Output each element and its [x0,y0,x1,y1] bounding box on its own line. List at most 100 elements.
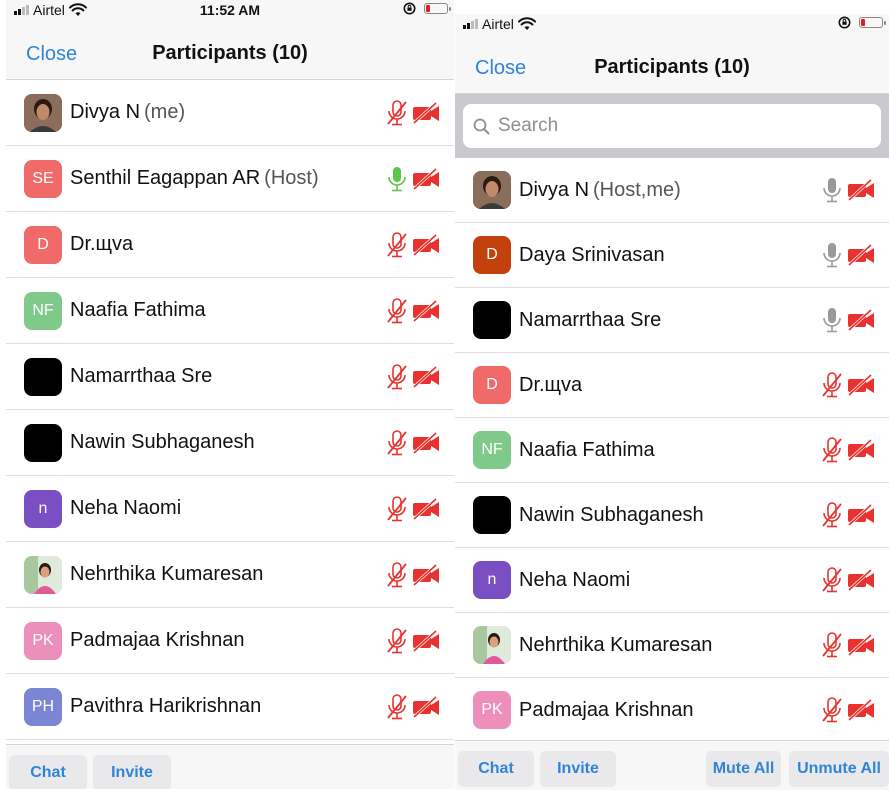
search-input[interactable] [496,114,860,138]
participant-row[interactable]: Namarrthaa Sre [455,288,889,353]
microphone-muted-icon[interactable] [386,231,408,258]
participant-row[interactable]: PK Padmajaa Krishnan [455,678,889,743]
avatar-initials: PK [32,631,54,649]
video-off-icon[interactable] [412,695,440,718]
chat-button[interactable]: Chat [458,751,534,787]
video-off-icon[interactable] [847,504,875,526]
video-off-icon[interactable] [412,629,440,652]
participant-row[interactable]: SE Senthil Eagappan AR (Host) [6,146,454,212]
participant-name-line: Naafia Fathima [519,439,655,462]
participant-row[interactable]: Nawin Subhaganesh [6,410,454,476]
participant-name: Namarrthaa Sre [70,365,213,387]
video-off-icon[interactable] [847,439,875,461]
microphone-muted-icon[interactable] [386,627,408,654]
participant-name: Nawin Subhaganesh [70,431,255,453]
participant-name-line: Nawin Subhaganesh [519,504,704,527]
participant-name-line: Divya N (Host,me) [519,179,681,202]
video-off-icon[interactable] [412,563,440,586]
microphone-icon[interactable] [821,177,843,203]
participant-name: Divya N [70,101,141,123]
video-off-icon[interactable] [847,374,875,396]
chat-button[interactable]: Chat [9,755,87,789]
participant-row[interactable]: Nawin Subhaganesh [455,483,889,548]
close-button[interactable]: Close [475,57,526,80]
avatar: NF [24,291,62,330]
avatar-initials: SE [32,169,54,187]
participant-row[interactable]: PK Padmajaa Krishnan [6,608,454,674]
microphone-muted-icon[interactable] [386,363,408,390]
video-off-icon[interactable] [412,497,440,520]
video-off-icon[interactable] [847,179,875,201]
participant-row[interactable]: Nehrthika Kumaresan [6,542,454,608]
video-off-icon[interactable] [412,365,440,388]
microphone-muted-icon[interactable] [821,567,843,593]
status-right [838,16,886,29]
avatar: SE [24,159,62,198]
microphone-muted-icon[interactable] [386,99,408,126]
battery-icon [859,17,886,28]
participant-row[interactable]: D Dr.щva [455,353,889,418]
microphone-icon[interactable] [386,166,408,192]
microphone-muted-icon[interactable] [821,632,843,658]
avatar [473,301,511,339]
avatar: NF [473,431,511,469]
avatar-initials: NF [481,441,503,458]
microphone-muted-icon[interactable] [386,495,408,522]
participant-row[interactable]: Namarrthaa Sre [6,344,454,410]
participant-name: Nehrthika Kumaresan [519,633,713,656]
participant-row[interactable]: Divya N (me) [6,80,454,146]
video-off-icon[interactable] [412,101,440,124]
participant-row[interactable]: D Daya Srinivasan [455,223,889,288]
avatar-initials: D [37,235,49,253]
video-off-icon[interactable] [847,634,875,656]
avatar: PH [24,687,62,726]
video-off-icon[interactable] [847,309,875,331]
participant-row[interactable]: Nehrthika Kumaresan [455,613,889,678]
video-off-icon[interactable] [412,167,440,190]
participant-name-line: Divya N (me) [70,101,185,124]
participant-row[interactable]: NF Naafia Fathima [6,278,454,344]
microphone-muted-icon[interactable] [386,297,408,324]
participants-screen-left: Airtel 11:52 AM Close Participants (10) … [6,0,454,789]
unmute-all-button[interactable]: Unmute All [789,751,889,787]
participant-row[interactable]: Divya N (Host,me) [455,158,889,223]
microphone-muted-icon[interactable] [386,693,408,720]
mute-all-button[interactable]: Mute All [706,751,781,787]
video-off-icon[interactable] [847,699,875,721]
video-off-icon[interactable] [847,244,875,266]
microphone-muted-icon[interactable] [386,429,408,456]
video-off-icon[interactable] [847,569,875,591]
avatar [24,423,62,462]
participant-name: Namarrthaa Sre [519,308,662,331]
search-box[interactable] [463,104,881,148]
participant-name: Nawin Subhaganesh [519,503,704,526]
microphone-icon[interactable] [821,307,843,333]
avatar: D [473,236,511,274]
avatar-initials: n [487,571,497,588]
video-off-icon[interactable] [412,233,440,256]
participant-row[interactable]: NF Naafia Fathima [455,418,889,483]
participant-name-line: Nehrthika Kumaresan [70,563,263,586]
participant-row[interactable]: D Dr.щva [6,212,454,278]
video-off-icon[interactable] [412,299,440,322]
participant-row[interactable]: PH Pavithra Harikrishnan [6,674,454,740]
invite-button[interactable]: Invite [540,751,616,787]
avatar: D [24,225,62,264]
status-right [403,2,451,15]
microphone-muted-icon[interactable] [386,561,408,588]
microphone-muted-icon[interactable] [821,697,843,723]
participant-row[interactable]: n Neha Naomi [455,548,889,613]
video-off-icon[interactable] [412,431,440,454]
participant-role: (me) [144,101,186,123]
microphone-muted-icon[interactable] [821,502,843,528]
avatar: PK [473,691,511,729]
microphone-muted-icon[interactable] [821,372,843,398]
microphone-muted-icon[interactable] [821,437,843,463]
microphone-icon[interactable] [821,242,843,268]
participant-row[interactable]: n Neha Naomi [6,476,454,542]
participant-name: Dr.щva [70,233,134,255]
participant-name: Divya N [519,178,590,201]
close-button[interactable]: Close [26,43,77,66]
nav-bar: Close Participants (10) [6,20,454,80]
invite-button[interactable]: Invite [93,755,171,789]
